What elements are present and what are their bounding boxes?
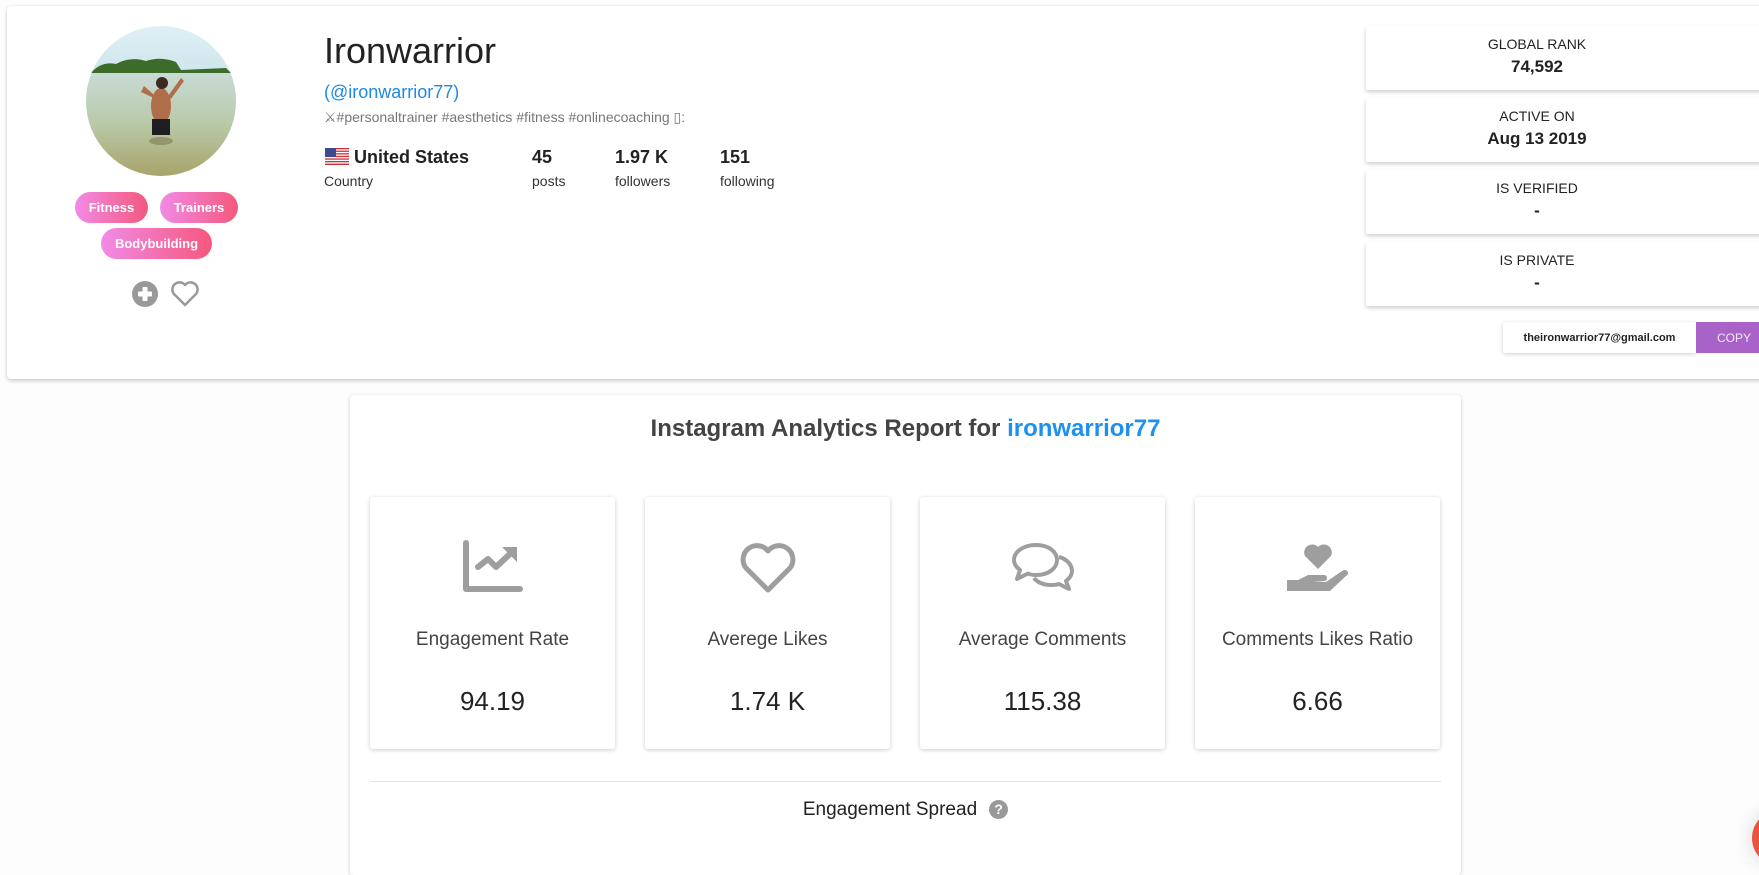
profile-avatar xyxy=(86,26,236,176)
following-count: 151 xyxy=(720,147,751,167)
metric-card-average-likes: Averege Likes 1.74 K xyxy=(645,497,890,749)
global-rank-label: GLOBAL RANK xyxy=(1487,36,1587,52)
category-tag-bodybuilding[interactable]: Bodybuilding xyxy=(101,228,212,259)
posts-count: 45 xyxy=(532,147,553,167)
metric-label: Comments Likes Ratio xyxy=(1221,629,1414,650)
posts-label: posts xyxy=(532,173,566,189)
active-on-label: ACTIVE ON xyxy=(1499,108,1575,124)
active-on-value: Aug 13 2019 xyxy=(1487,129,1587,148)
engagement-spread-title: Engagement Spread xyxy=(802,799,978,820)
chart-line-icon xyxy=(462,540,523,592)
analytics-report-card: Instagram Analytics Report for ironwarri… xyxy=(350,395,1461,875)
favorite-button[interactable] xyxy=(170,280,200,313)
floating-action-button[interactable] xyxy=(1752,810,1759,866)
metric-label: Average Comments xyxy=(958,629,1127,650)
help-icon[interactable]: ? xyxy=(989,800,1009,819)
is-private-value: - xyxy=(1534,273,1540,292)
is-private-card: IS PRIVATE - xyxy=(1366,242,1759,306)
metric-value: 6.66 xyxy=(1292,686,1343,716)
report-title-prefix: Instagram Analytics Report for xyxy=(650,415,1008,442)
email-field[interactable]: theironwarrior77@gmail.com xyxy=(1503,322,1696,353)
metric-label: Engagement Rate xyxy=(415,629,570,650)
heart-outline-icon xyxy=(171,281,199,307)
hand-holding-heart-icon xyxy=(1286,544,1348,591)
is-verified-value: - xyxy=(1534,201,1540,220)
metric-value: 1.74 K xyxy=(729,686,806,716)
plus-circle-icon xyxy=(132,281,158,307)
copy-email-button[interactable]: COPY xyxy=(1696,322,1759,353)
is-private-label: IS PRIVATE xyxy=(1499,252,1575,268)
active-on-card: ACTIVE ON Aug 13 2019 xyxy=(1366,98,1759,162)
followers-count: 1.97 K xyxy=(615,147,669,167)
followers-label: followers xyxy=(615,173,671,189)
report-title: Instagram Analytics Report for ironwarri… xyxy=(350,415,1461,443)
global-rank-value: 74,592 xyxy=(1511,57,1563,76)
global-rank-card: GLOBAL RANK 74,592 xyxy=(1366,26,1759,90)
metric-value: 94.19 xyxy=(459,686,526,716)
profile-bio: ⚔#personaltrainer #aesthetics #fitness #… xyxy=(324,109,686,125)
metric-card-engagement-rate: Engagement Rate 94.19 xyxy=(370,497,615,749)
metric-label: Averege Likes xyxy=(707,629,828,650)
is-verified-label: IS VERIFIED xyxy=(1496,180,1578,196)
heart-outline-icon xyxy=(740,543,795,593)
us-flag-icon xyxy=(325,148,349,170)
report-username-link[interactable]: ironwarrior77 xyxy=(1007,415,1160,442)
following-label: following xyxy=(720,173,775,189)
profile-handle-link[interactable]: (@ironwarrior77) xyxy=(324,82,459,103)
category-tag-fitness[interactable]: Fitness xyxy=(75,192,148,223)
section-divider xyxy=(370,781,1441,782)
country-label: Country xyxy=(324,173,374,189)
profile-display-name: Ironwarrior xyxy=(324,30,497,71)
metric-card-comments-likes-ratio: Comments Likes Ratio 6.66 xyxy=(1195,497,1440,749)
metric-value: 115.38 xyxy=(1003,686,1082,716)
category-tag-trainers[interactable]: Trainers xyxy=(160,192,238,223)
engagement-spread-heading: Engagement Spread? xyxy=(350,799,1461,821)
country-name: United States xyxy=(354,147,470,167)
add-to-list-button[interactable] xyxy=(131,280,159,313)
comments-icon xyxy=(1011,543,1074,591)
is-verified-card: IS VERIFIED - xyxy=(1366,170,1759,234)
metric-card-average-comments: Average Comments 115.38 xyxy=(920,497,1165,749)
